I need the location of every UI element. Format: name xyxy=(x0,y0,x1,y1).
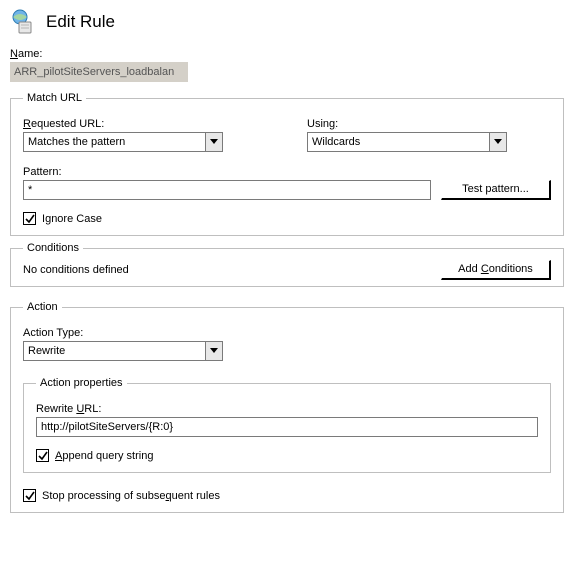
dropdown-arrow-icon[interactable] xyxy=(489,133,506,151)
match-url-legend: Match URL xyxy=(23,92,86,104)
append-query-label: Append query string xyxy=(55,450,153,462)
test-pattern-button[interactable]: Test pattern... xyxy=(441,180,551,200)
using-label: Using: xyxy=(307,118,551,130)
requested-url-combo[interactable]: Matches the pattern xyxy=(23,132,223,152)
match-url-group: Match URL Requested URL: Matches the pat… xyxy=(10,92,564,236)
using-combo[interactable]: Wildcards xyxy=(307,132,507,152)
conditions-group: Conditions No conditions defined Add Con… xyxy=(10,242,564,287)
requested-url-label: Requested URL: xyxy=(23,118,267,130)
ignore-case-checkbox-row[interactable]: Ignore Case xyxy=(23,212,551,225)
name-section: Name: ARR_pilotSiteServers_loadbalan xyxy=(10,48,564,82)
conditions-legend: Conditions xyxy=(23,242,83,254)
page-title: Edit Rule xyxy=(46,12,115,32)
stop-processing-checkbox[interactable] xyxy=(23,489,36,502)
rewrite-url-input[interactable] xyxy=(36,417,538,437)
stop-processing-label: Stop processing of subsequent rules xyxy=(42,490,220,502)
append-query-checkbox-row[interactable]: Append query string xyxy=(36,449,538,462)
ignore-case-label: Ignore Case xyxy=(42,213,102,225)
dropdown-arrow-icon[interactable] xyxy=(205,133,222,151)
pattern-input[interactable] xyxy=(23,180,431,200)
action-properties-legend: Action properties xyxy=(36,377,127,389)
pattern-label: Pattern: xyxy=(23,166,431,178)
action-type-combo[interactable]: Rewrite xyxy=(23,341,223,361)
ignore-case-checkbox[interactable] xyxy=(23,212,36,225)
append-query-checkbox[interactable] xyxy=(36,449,49,462)
name-label: Name: xyxy=(10,48,564,60)
add-conditions-button[interactable]: Add Conditions xyxy=(441,260,551,280)
action-legend: Action xyxy=(23,301,62,313)
dropdown-arrow-icon[interactable] xyxy=(205,342,222,360)
page-header: Edit Rule xyxy=(10,8,564,36)
server-globe-icon xyxy=(10,8,38,36)
no-conditions-text: No conditions defined xyxy=(23,264,129,276)
action-group: Action Action Type: Rewrite Action prope… xyxy=(10,301,564,513)
rewrite-url-label: Rewrite URL: xyxy=(36,403,538,415)
action-properties-group: Action properties Rewrite URL: Append qu… xyxy=(23,377,551,473)
action-type-label: Action Type: xyxy=(23,327,551,339)
name-input[interactable]: ARR_pilotSiteServers_loadbalan xyxy=(10,62,188,82)
stop-processing-checkbox-row[interactable]: Stop processing of subsequent rules xyxy=(23,489,551,502)
